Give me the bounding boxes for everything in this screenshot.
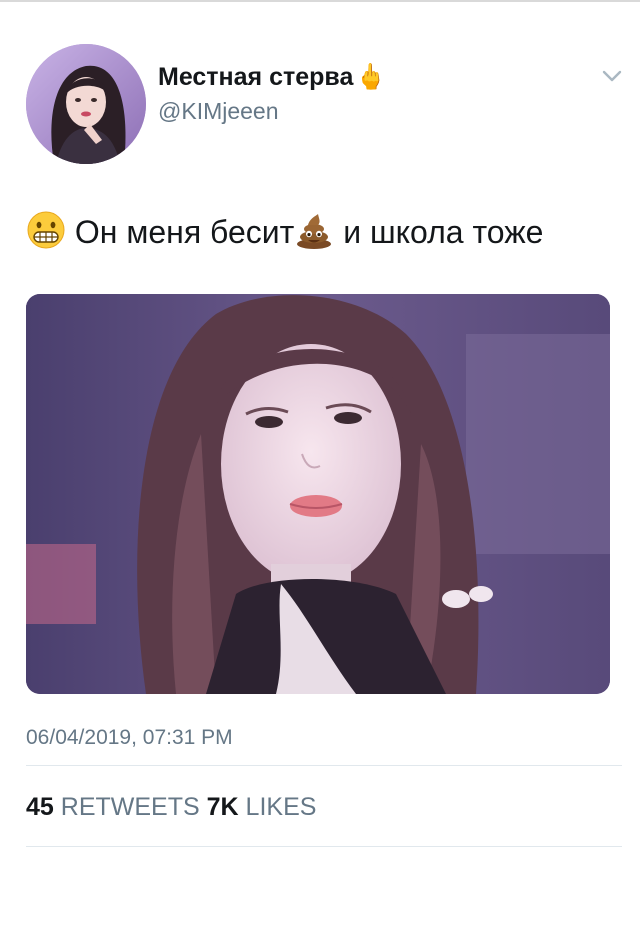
likes-count[interactable]: 7K (207, 793, 239, 821)
tweet-text-part-2: и школа тоже (343, 214, 544, 250)
tweet-text-part-1: Он меня бесит (74, 214, 295, 250)
retweets-count[interactable]: 45 (26, 793, 54, 821)
tweet-media-image[interactable] (26, 294, 610, 694)
display-name[interactable]: Местная стерва🖕 (158, 62, 387, 92)
tweet-text: Он меня бесит и школа тоже (26, 208, 626, 256)
grimacing-face-emoji (27, 211, 65, 249)
middle-finger-emoji: 🖕 (355, 62, 387, 91)
author-names: Местная стерва🖕 @KIMjeeen (158, 62, 387, 126)
tweet-stats: 45 RETWEETS 7K LIKES (26, 793, 316, 822)
avatar[interactable] (26, 44, 146, 164)
user-handle[interactable]: @KIMjeeen (158, 96, 387, 126)
divider (26, 765, 622, 766)
tweet-timestamp[interactable]: 06/04/2019, 07:31 PM (26, 726, 233, 750)
display-name-text: Местная стерва (158, 63, 354, 91)
chevron-down-icon[interactable] (598, 62, 626, 90)
pile-of-poo-emoji (297, 214, 332, 249)
retweets-label[interactable]: RETWEETS (61, 793, 200, 821)
tweet-header: Местная стерва🖕 @KIMjeeen (26, 44, 626, 166)
likes-label[interactable]: LIKES (246, 793, 317, 821)
divider (26, 846, 622, 847)
top-divider (0, 0, 640, 2)
